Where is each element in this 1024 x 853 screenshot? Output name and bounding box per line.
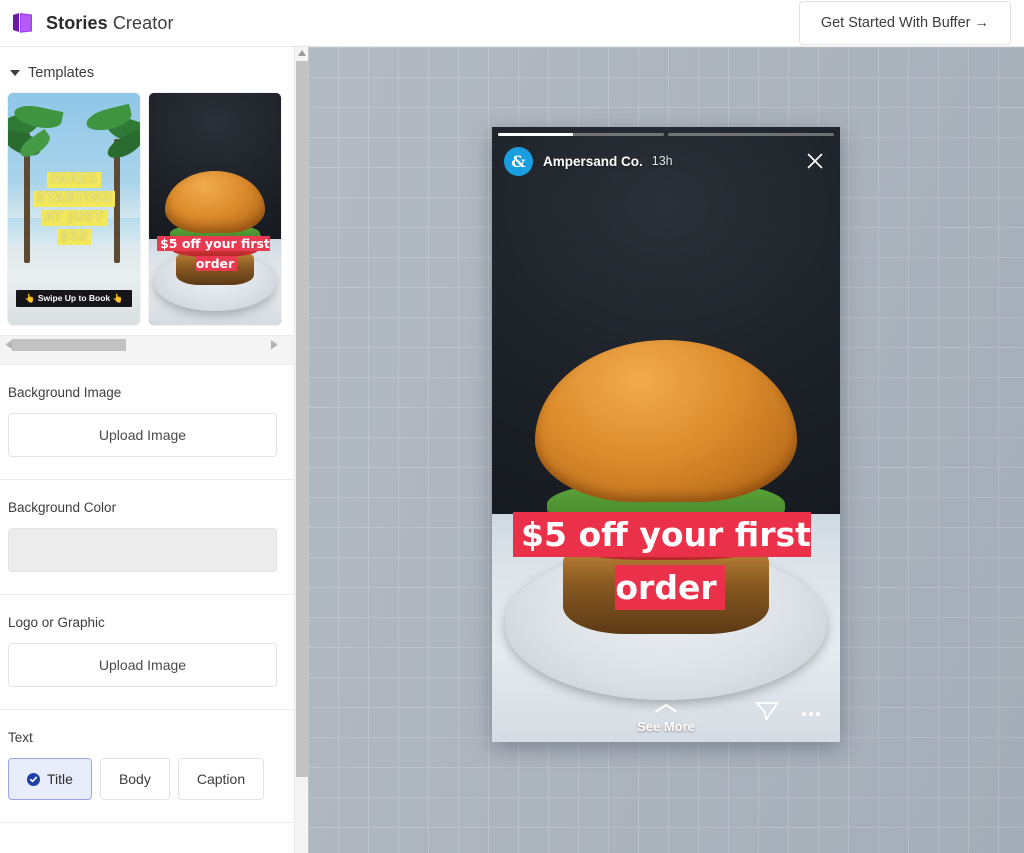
dot (816, 712, 820, 716)
bun-seed (652, 267, 655, 270)
brand: Stories Creator (10, 10, 174, 36)
background-image-section: Background Image Upload Image (0, 365, 294, 480)
template-thumbnail-beach[interactable]: FARES STARTING AT JUST $59 👆 Swipe Up to… (8, 93, 140, 325)
send-icon[interactable] (754, 699, 780, 728)
text-section: Text Title Body Caption (0, 710, 294, 823)
close-icon[interactable] (804, 150, 826, 172)
bun-seed (706, 251, 710, 255)
brand-name-bold: Stories (46, 12, 108, 33)
background-color-label: Background Color (8, 500, 117, 515)
beach-line-3: AT JUST (41, 209, 107, 226)
tab-body-label: Body (118, 771, 151, 787)
more-dots-icon[interactable] (802, 712, 820, 716)
beach-swipe-cta: 👆 Swipe Up to Book 👆 (16, 290, 132, 307)
burger-photo (149, 93, 281, 325)
tab-title[interactable]: Title (8, 758, 92, 800)
sidebar-vertical-scrollbar[interactable] (294, 47, 308, 853)
logo-or-graphic-section: Logo or Graphic Upload Image (0, 595, 294, 710)
background-color-input[interactable] (8, 528, 277, 572)
story-preview[interactable]: & Ampersand Co. 13h $5 off your first or… (492, 127, 840, 742)
hscroll-thumb[interactable] (12, 339, 126, 351)
text-label: Text (8, 730, 33, 745)
bun-seed (678, 223, 681, 226)
book-logo-icon (10, 10, 36, 36)
get-started-button[interactable]: Get Started With Buffer → (798, 1, 1011, 45)
story-overlay-text[interactable]: $5 off your first order (514, 512, 818, 618)
see-more-button[interactable]: See More (637, 701, 695, 734)
story-progress-bar (498, 133, 834, 136)
tab-body[interactable]: Body (99, 758, 170, 800)
hscroll-track[interactable] (6, 339, 280, 351)
story-footer: See More (492, 682, 840, 742)
bun-seed (632, 237, 636, 241)
hscroll-arrow-left-lower-icon[interactable] (6, 340, 12, 348)
dot (809, 712, 813, 716)
avatar: & (504, 146, 533, 176)
bun-seed (732, 231, 735, 234)
upload-logo-button[interactable]: Upload Image (8, 643, 277, 687)
brand-name-light: Creator (107, 12, 174, 33)
story-timestamp: 13h (651, 154, 673, 168)
vscroll-thumb[interactable] (296, 61, 308, 777)
app-header: Stories Creator Get Started With Buffer … (0, 0, 1024, 47)
tab-caption[interactable]: Caption (177, 758, 265, 800)
background-color-section: Background Color (0, 480, 294, 595)
upload-background-image-button[interactable]: Upload Image (8, 413, 277, 457)
beach-line-1: FARES (46, 171, 102, 188)
progress-fill (498, 133, 573, 136)
preview-canvas: & Ampersand Co. 13h $5 off your first or… (308, 47, 1024, 853)
templates-label: Templates (28, 65, 95, 81)
editor-sidebar: Templates FARES STARTING AT JUST $59 👆 S… (0, 47, 294, 853)
see-more-label: See More (637, 719, 695, 734)
story-background-photo (492, 127, 840, 742)
page-title: Stories Creator (46, 13, 174, 34)
text-type-tabs: Title Body Caption (8, 758, 278, 800)
beach-line-2: STARTING (33, 190, 115, 207)
sidebar-scroll-content: Templates FARES STARTING AT JUST $59 👆 S… (0, 47, 294, 853)
template-burger-text: $5 off your first order (149, 234, 281, 274)
tab-caption-label: Caption (196, 771, 246, 787)
chevron-down-icon[interactable] (10, 70, 20, 76)
beach-line-4: $59 (56, 228, 92, 245)
chevron-up-icon (653, 701, 679, 719)
background-image-label: Background Image (8, 385, 122, 400)
burger-offer-text: $5 off your first order (160, 235, 270, 271)
templates-section-header[interactable]: Templates (0, 47, 294, 93)
story-header: & Ampersand Co. 13h (492, 141, 840, 181)
overlay-text-value: $5 off your first order (521, 512, 811, 610)
templates-horizontal-scrollbar[interactable] (0, 335, 294, 365)
vscroll-arrow-up-icon[interactable] (298, 50, 306, 56)
tab-title-label: Title (47, 771, 73, 787)
logo-or-graphic-label: Logo or Graphic (8, 615, 105, 630)
progress-segment (668, 133, 834, 136)
dot (802, 712, 806, 716)
hscroll-arrow-right-lower-icon[interactable] (271, 340, 277, 348)
progress-segment (498, 133, 664, 136)
template-list: FARES STARTING AT JUST $59 👆 Swipe Up to… (0, 93, 294, 325)
check-circle-icon (27, 772, 40, 786)
template-beach-text: FARES STARTING AT JUST $59 (8, 170, 140, 246)
template-thumbnail-burger[interactable]: $5 off your first order (149, 93, 281, 325)
story-account-name: Ampersand Co. (543, 153, 643, 169)
